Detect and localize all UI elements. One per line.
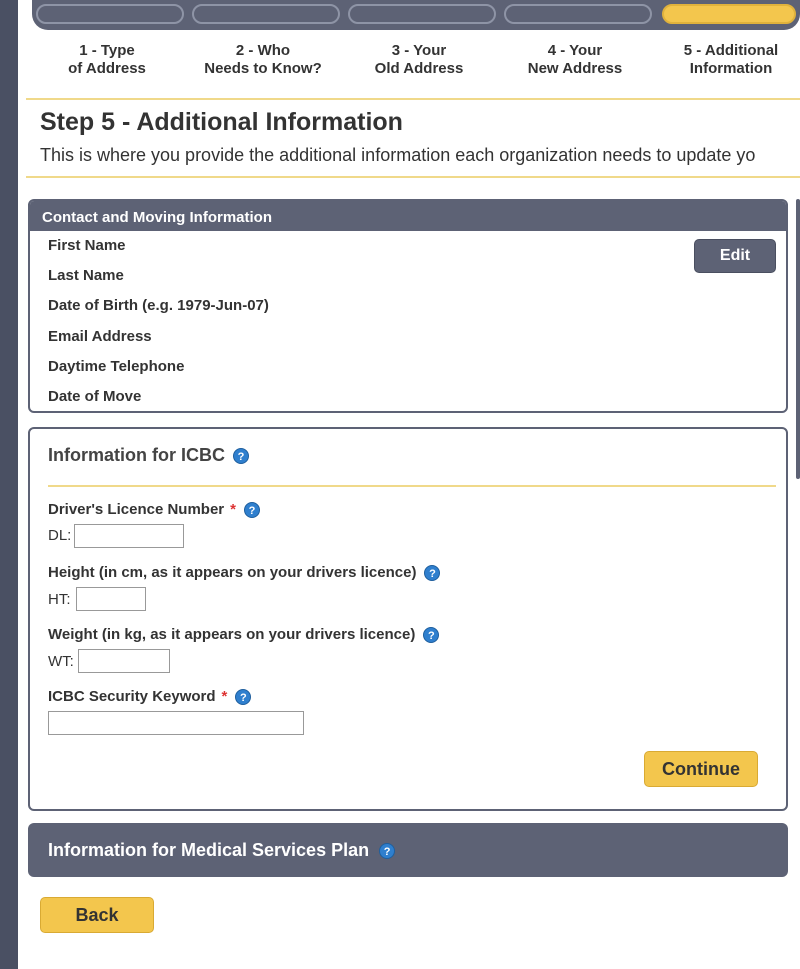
weight-label-text: Weight (in kg, as it appears on your dri… bbox=[48, 626, 416, 643]
height-prefix: HT: bbox=[48, 591, 71, 608]
dl-input[interactable] bbox=[74, 524, 184, 548]
contact-panel: Contact and Moving Information First Nam… bbox=[28, 199, 788, 413]
field-date-of-birth: Date of Birth (e.g. 1979-Jun-07) bbox=[48, 297, 269, 315]
divider-intro bbox=[26, 176, 800, 178]
progress-segment-5-active bbox=[662, 4, 796, 24]
weight-input[interactable] bbox=[78, 649, 170, 673]
progress-segment-2 bbox=[192, 4, 340, 24]
back-button[interactable]: Back bbox=[40, 897, 154, 933]
required-asterisk: * bbox=[230, 501, 236, 518]
field-first-name: First Name bbox=[48, 237, 126, 254]
keyword-label-text: ICBC Security Keyword bbox=[48, 688, 216, 705]
dl-label: Driver's Licence Number *? bbox=[48, 501, 260, 519]
field-last-name: Last Name bbox=[48, 267, 124, 285]
progress-segment-1 bbox=[36, 4, 184, 24]
help-icon[interactable]: ? bbox=[233, 448, 249, 465]
required-asterisk: * bbox=[221, 688, 228, 705]
help-icon[interactable]: ? bbox=[379, 843, 396, 860]
msp-title-text: Information for Medical Services Plan bbox=[48, 840, 370, 860]
icbc-title-text: Information for ICBC bbox=[48, 445, 225, 465]
progress-bar bbox=[32, 0, 800, 30]
weight-prefix: WT: bbox=[48, 653, 74, 670]
contact-panel-heading: Contact and Moving Information bbox=[30, 201, 786, 231]
height-label: Height (in cm, as it appears on your dri… bbox=[48, 564, 441, 582]
dl-prefix: DL: bbox=[48, 527, 72, 544]
page-intro: This is where you provide the additional… bbox=[40, 145, 756, 165]
icbc-divider bbox=[48, 485, 776, 487]
divider-top bbox=[26, 98, 800, 100]
page: 1 - Type of Address 2 - Who Needs to Know?… bbox=[18, 0, 800, 969]
progress-segment-3 bbox=[348, 4, 496, 24]
security-keyword-input[interactable] bbox=[48, 711, 304, 735]
help-icon[interactable]: ? bbox=[243, 502, 260, 519]
height-input[interactable] bbox=[76, 587, 146, 611]
msp-panel[interactable]: Information for Medical Services Plan? bbox=[28, 823, 788, 877]
dl-label-text: Driver's Licence Number bbox=[48, 501, 225, 518]
field-date-of-move: Date of Move bbox=[48, 387, 142, 405]
field-email: Email Address bbox=[48, 327, 152, 345]
weight-label: Weight (in kg, as it appears on your dri… bbox=[48, 626, 440, 644]
icbc-title: Information for ICBC? bbox=[48, 445, 249, 466]
help-icon[interactable]: ? bbox=[235, 689, 252, 706]
step-label-3: 3 - Your Old Address bbox=[374, 42, 464, 77]
msp-title: Information for Medical Services Plan? bbox=[48, 840, 396, 861]
help-icon[interactable]: ? bbox=[423, 627, 440, 644]
step-label-2: 2 - Who Needs to Know? bbox=[204, 42, 322, 77]
progress-segment-4 bbox=[504, 4, 652, 24]
edit-button[interactable]: Edit bbox=[694, 239, 776, 273]
height-label-text: Height (in cm, as it appears on your dri… bbox=[48, 564, 417, 581]
step-label-1: 1 - Type of Address bbox=[68, 42, 146, 77]
progress-steps: 1 - Type of Address 2 - Who Needs to Know?… bbox=[32, 42, 800, 86]
step-label-5: 5 - Additional Information bbox=[683, 42, 779, 77]
step-label-4: 4 - Your New Address bbox=[527, 42, 623, 77]
contact-field-list: First Name Last Name Date of Birth (e.g.… bbox=[48, 237, 269, 418]
page-title: Step 5 - Additional Information bbox=[40, 108, 403, 136]
left-rail bbox=[0, 0, 18, 969]
field-daytime-telephone: Daytime Telephone bbox=[48, 357, 185, 375]
keyword-label: ICBC Security Keyword *? bbox=[48, 688, 252, 706]
continue-button[interactable]: Continue bbox=[644, 751, 758, 787]
help-icon[interactable]: ? bbox=[424, 565, 441, 582]
icbc-panel: Information for ICBC? Driver's Licence N… bbox=[28, 427, 788, 811]
right-scroll-edge bbox=[796, 199, 800, 479]
